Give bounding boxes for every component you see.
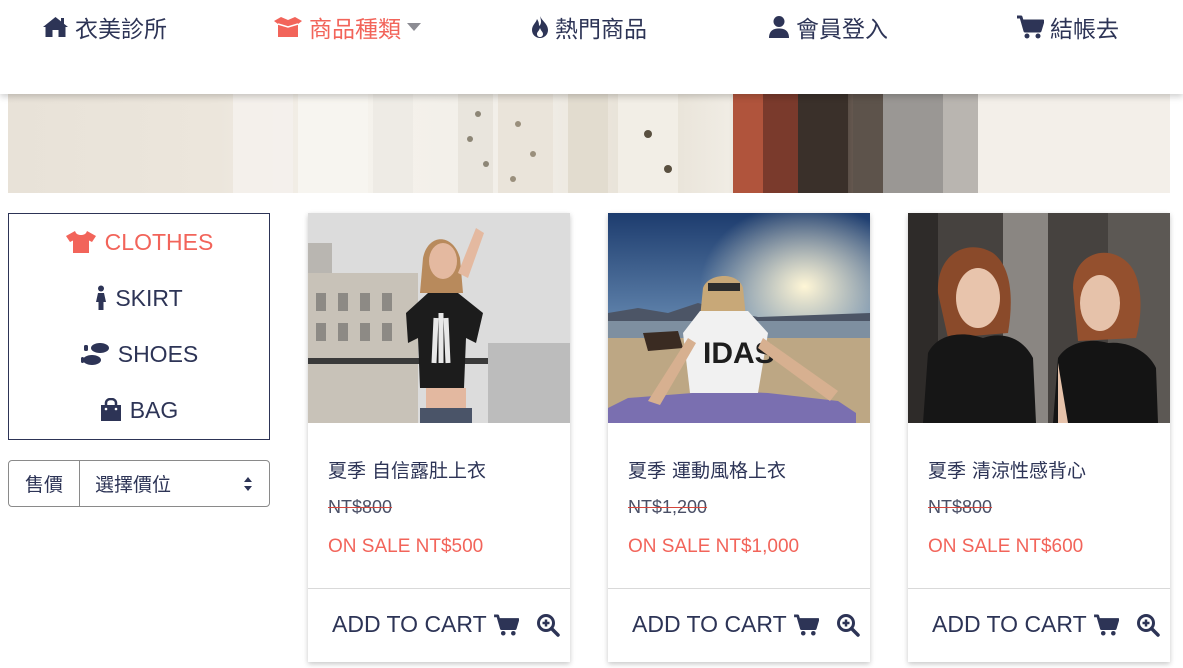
product-image[interactable]: IDAS — [608, 213, 870, 423]
fire-icon — [532, 16, 548, 38]
category-label: SKIRT — [115, 284, 183, 311]
add-to-cart-label: ADD TO CART — [332, 611, 487, 637]
cart-icon — [1017, 15, 1044, 39]
category-item-skirt[interactable]: SKIRT — [9, 280, 269, 316]
product-sale-price: ON SALE NT$1,000 — [628, 536, 800, 557]
price-range-select[interactable]: 選擇價位 — [80, 461, 269, 506]
hero-banner-image — [8, 94, 1170, 193]
category-item-shoes[interactable]: SHOES — [9, 336, 269, 372]
zoom-in-icon[interactable] — [1136, 613, 1160, 637]
add-to-cart-label: ADD TO CART — [632, 611, 787, 637]
nav-item-label: 會員登入 — [796, 17, 888, 43]
category-label: SHOES — [117, 340, 199, 367]
price-filter-label: 售價 — [9, 461, 80, 506]
nav-item-checkout[interactable]: 結帳去 — [1016, 10, 1119, 44]
nav-item-label: 熱門商品 — [555, 17, 647, 43]
category-list: CLOTHES SKIRT SHOES BAG — [8, 213, 270, 440]
zoom-in-icon[interactable] — [836, 613, 860, 637]
product-sale-price: ON SALE NT$600 — [928, 536, 1084, 557]
product-title[interactable]: 夏季 自信露肚上衣 — [328, 456, 486, 483]
product-card: 夏季 自信露肚上衣 NT$800 ON SALE NT$500 ADD TO C… — [308, 213, 570, 662]
box-open-icon — [274, 17, 302, 37]
product-title[interactable]: 夏季 運動風格上衣 — [628, 456, 786, 483]
cart-icon — [493, 613, 519, 636]
nav-item-login[interactable]: 會員登入 — [768, 10, 888, 44]
card-footer: ADD TO CART — [608, 588, 870, 662]
cart-icon — [1093, 613, 1119, 636]
price-select-value: 選擇價位 — [95, 474, 172, 496]
nav-item-label: 商品種類 — [309, 17, 401, 43]
cart-icon — [793, 613, 819, 636]
add-to-cart-label: ADD TO CART — [932, 611, 1087, 637]
product-original-price: NT$800 — [928, 497, 993, 517]
home-icon — [43, 17, 68, 37]
nav-item-label: 結帳去 — [1050, 17, 1119, 43]
zoom-in-icon[interactable] — [536, 613, 560, 637]
product-image[interactable] — [908, 213, 1170, 423]
category-label: CLOTHES — [104, 228, 214, 255]
product-image[interactable] — [308, 213, 570, 423]
add-to-cart-button[interactable]: ADD TO CART — [632, 611, 819, 638]
add-to-cart-button[interactable]: ADD TO CART — [932, 611, 1119, 638]
product-original-price: NT$800 — [328, 497, 393, 517]
nav-item-home[interactable]: 衣美診所 — [42, 10, 167, 44]
category-item-clothes[interactable]: CLOTHES — [9, 224, 269, 260]
chevron-down-icon — [407, 23, 421, 31]
nav-item-categories[interactable]: 商品種類 — [273, 10, 421, 44]
card-footer: ADD TO CART — [908, 588, 1170, 662]
category-item-bag[interactable]: BAG — [9, 392, 269, 428]
user-icon — [769, 16, 789, 38]
nav-item-label: 衣美診所 — [75, 17, 167, 43]
product-sale-price: ON SALE NT$500 — [328, 536, 484, 557]
select-arrows-icon — [244, 477, 252, 491]
product-original-price: NT$1,200 — [628, 497, 708, 517]
card-footer: ADD TO CART — [308, 588, 570, 662]
shoe-prints-icon — [80, 343, 109, 365]
tshirt-icon — [65, 231, 96, 253]
product-title[interactable]: 夏季 清涼性感背心 — [928, 456, 1086, 483]
product-card: 夏季 清涼性感背心 NT$800 ON SALE NT$600 ADD TO C… — [908, 213, 1170, 662]
top-navbar: 衣美診所 商品種類 熱門商品 會員登入 結帳去 — [0, 0, 1183, 94]
shopping-bag-icon — [100, 398, 121, 421]
add-to-cart-button[interactable]: ADD TO CART — [332, 611, 519, 638]
price-filter: 售價 選擇價位 — [8, 460, 270, 507]
female-icon — [96, 285, 107, 310]
nav-item-hot-products[interactable]: 熱門商品 — [531, 10, 647, 44]
product-card: IDAS 夏季 運動風格上衣 NT$1,200 ON SALE NT$1,000… — [608, 213, 870, 662]
category-label: BAG — [129, 396, 179, 423]
